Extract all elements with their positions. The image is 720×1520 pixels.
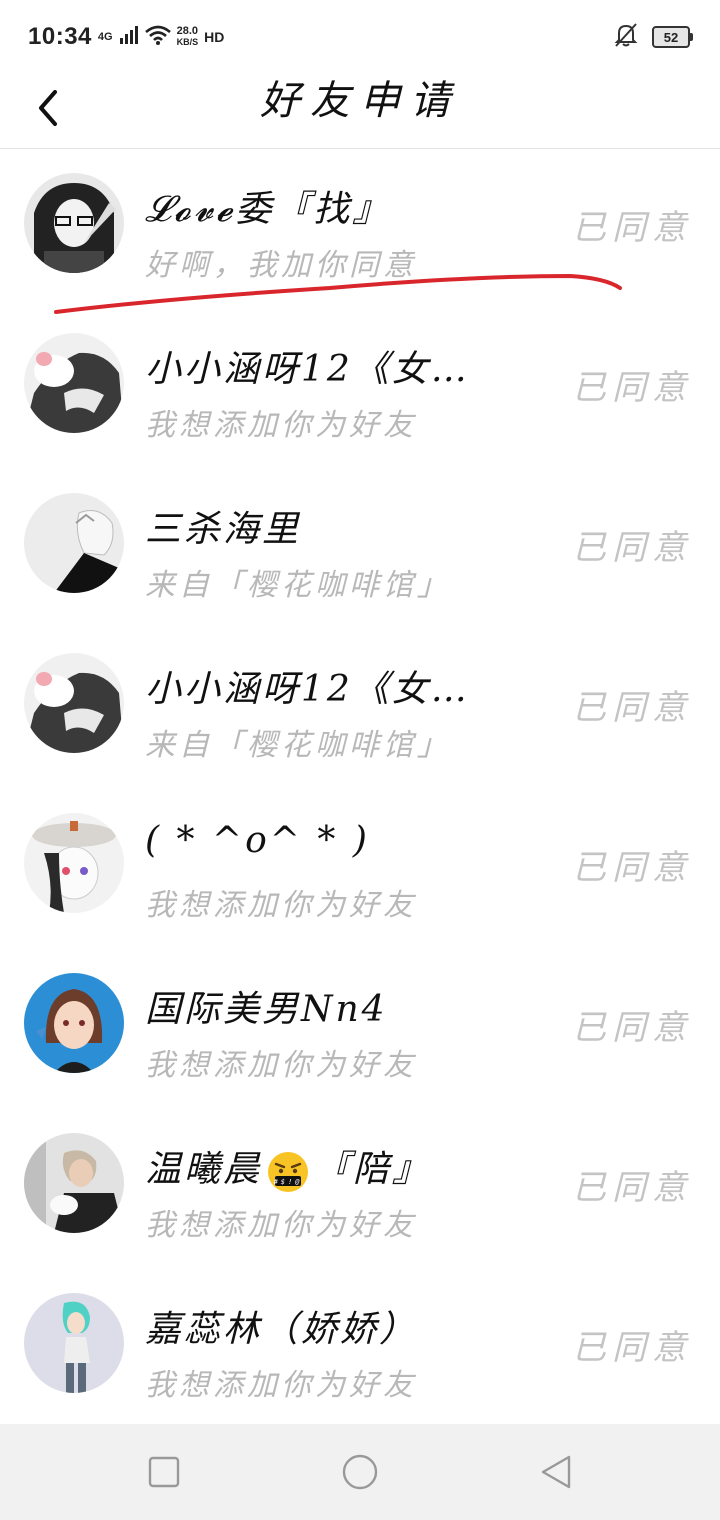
- list-item[interactable]: 国际美男Nn4 我想添加你为好友 已同意: [0, 950, 720, 1110]
- page-title: 好友申请: [260, 78, 460, 124]
- speed-value: 28.0: [176, 25, 199, 37]
- avatar[interactable]: [24, 1133, 124, 1233]
- requester-name: 嘉蕊林（娇娇）: [145, 1309, 419, 1350]
- request-message: 我想添加你为好友: [145, 408, 417, 443]
- list-item[interactable]: 三杀海里 来自「樱花咖啡馆」 已同意: [0, 470, 720, 630]
- avatar[interactable]: [24, 333, 124, 433]
- cursing-face-emoji-icon: #$!@: [268, 1152, 309, 1192]
- request-status: 已同意: [572, 528, 692, 568]
- network-speed: 28.0 KB/S: [177, 26, 199, 48]
- screen: 10:34 4G 28.0 KB/S HD 52 好友申请 𝓛𝓸𝓿𝓮委『找』 好…: [0, 0, 720, 1520]
- request-message: 来自「樱花咖啡馆」: [145, 568, 451, 603]
- friend-request-list: 𝓛𝓸𝓿𝓮委『找』 好啊，我加你同意 已同意 小小涵呀12《女… 我想添加你为好友: [0, 150, 720, 1430]
- request-status: 已同意: [572, 368, 692, 408]
- system-back-button[interactable]: [536, 1452, 576, 1492]
- square-icon: [148, 1456, 180, 1488]
- list-item[interactable]: 嘉蕊林（娇娇） 我想添加你为好友 已同意: [0, 1270, 720, 1430]
- requester-name-text: 温曦晨: [145, 1149, 263, 1190]
- avatar[interactable]: [24, 173, 124, 273]
- request-status: 已同意: [572, 688, 692, 728]
- request-status: 已同意: [572, 848, 692, 888]
- battery-level: 52: [663, 29, 679, 45]
- avatar[interactable]: [24, 813, 124, 913]
- avatar[interactable]: [24, 493, 124, 593]
- status-right: 52: [614, 22, 693, 52]
- status-time: 10:34: [28, 23, 92, 50]
- request-status: 已同意: [572, 208, 692, 248]
- speed-unit: KB/S: [176, 37, 199, 47]
- request-status: 已同意: [572, 1328, 692, 1368]
- list-item[interactable]: 𝓛𝓸𝓿𝓮委『找』 好啊，我加你同意 已同意: [0, 150, 720, 314]
- request-message: 我想添加你为好友: [145, 1208, 417, 1243]
- hd-indicator: HD: [204, 29, 225, 45]
- header: 好友申请: [0, 70, 720, 149]
- requester-name: 小小涵呀12《女…: [145, 349, 470, 390]
- recent-apps-button[interactable]: [144, 1452, 184, 1492]
- request-message: 来自「樱花咖啡馆」: [145, 728, 451, 763]
- home-button[interactable]: [340, 1452, 380, 1492]
- triangle-back-icon: [541, 1455, 571, 1489]
- list-item[interactable]: 小小涵呀12《女… 我想添加你为好友 已同意: [0, 310, 720, 470]
- requester-name: 三杀海里: [145, 509, 302, 550]
- wifi-icon: [144, 25, 171, 49]
- requester-name: 温曦晨 #$!@ 『陪』: [145, 1140, 525, 1194]
- bell-off-icon: [614, 22, 638, 52]
- network-indicator: 4G: [97, 30, 113, 43]
- requester-name: 𝓛𝓸𝓿𝓮委『找』: [145, 189, 392, 230]
- signal-icon: [119, 26, 139, 48]
- avatar[interactable]: [24, 653, 124, 753]
- network-type: 4G: [97, 30, 113, 43]
- list-item[interactable]: ( * ^o^ * ) 我想添加你为好友 已同意: [0, 790, 720, 950]
- battery-icon: 52: [652, 26, 693, 48]
- avatar[interactable]: [24, 973, 124, 1073]
- list-item[interactable]: 温曦晨 #$!@ 『陪』 我想添加你为好友 已同意: [0, 1110, 720, 1270]
- avatar[interactable]: [24, 1293, 124, 1393]
- request-status: 已同意: [572, 1168, 692, 1208]
- circle-icon: [342, 1454, 378, 1490]
- list-item[interactable]: 小小涵呀12《女… 来自「樱花咖啡馆」 已同意: [0, 630, 720, 790]
- request-message: 我想添加你为好友: [145, 1368, 417, 1403]
- requester-name-tag: 『陪』: [314, 1149, 432, 1190]
- system-nav-bar: [0, 1424, 720, 1520]
- request-message: 我想添加你为好友: [145, 1048, 417, 1083]
- request-message: 好啊，我加你同意: [145, 248, 417, 283]
- svg-text:#$!@: #$!@: [273, 1178, 303, 1186]
- requester-name: 小小涵呀12《女…: [145, 669, 470, 710]
- request-status: 已同意: [572, 1008, 692, 1048]
- requester-name: ( * ^o^ * ): [145, 820, 370, 861]
- request-message: 我想添加你为好友: [145, 888, 417, 923]
- status-left: 10:34 4G 28.0 KB/S HD: [28, 20, 224, 54]
- requester-name: 国际美男Nn4: [145, 989, 388, 1030]
- status-bar: 10:34 4G 28.0 KB/S HD 52: [0, 0, 720, 70]
